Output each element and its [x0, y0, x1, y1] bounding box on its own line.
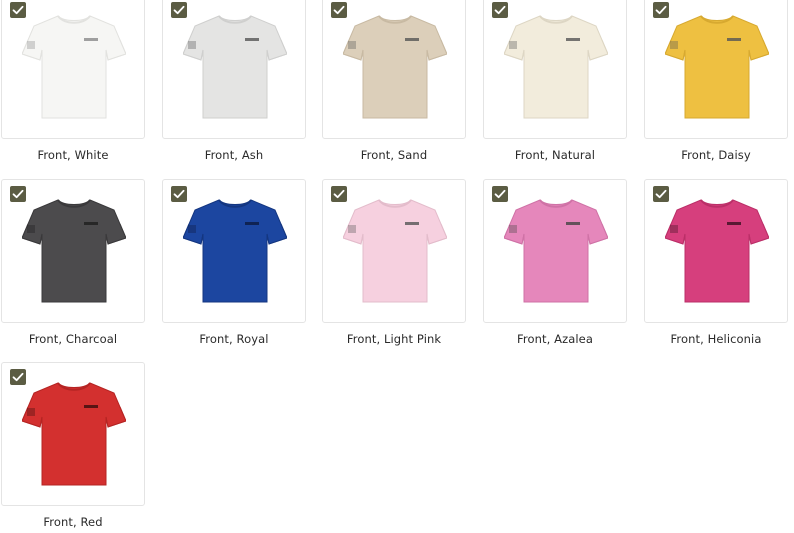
variant-thumbnail[interactable]	[162, 0, 306, 139]
t-shirt-image	[343, 15, 447, 119]
variant-checkbox[interactable]	[10, 369, 26, 385]
variant-checkbox[interactable]	[492, 186, 508, 202]
variant-label: Front, Light Pink	[346, 332, 442, 346]
t-shirt-image	[504, 15, 608, 119]
checkmark-icon	[12, 372, 24, 382]
product-variant-card[interactable]: Front, Sand	[322, 0, 466, 162]
variant-label: Front, Azalea	[517, 332, 593, 346]
checkmark-icon	[173, 5, 185, 15]
variant-thumbnail[interactable]	[1, 362, 145, 506]
variant-thumbnail[interactable]	[322, 0, 466, 139]
variant-checkbox[interactable]	[171, 186, 187, 202]
variant-checkbox[interactable]	[331, 186, 347, 202]
checkmark-icon	[655, 5, 667, 15]
variant-checkbox[interactable]	[331, 2, 347, 18]
variant-label: Front, Royal	[199, 332, 269, 346]
checkmark-icon	[333, 5, 345, 15]
checkmark-icon	[494, 189, 506, 199]
variant-thumbnail[interactable]	[483, 0, 627, 139]
variant-label: Front, Charcoal	[28, 332, 118, 346]
product-variant-card[interactable]: Front, Heliconia	[644, 179, 788, 346]
product-variant-card[interactable]: Front, Ash	[162, 0, 306, 162]
product-variant-card[interactable]: Front, Azalea	[483, 179, 627, 346]
variant-thumbnail[interactable]	[322, 179, 466, 323]
t-shirt-image	[22, 15, 126, 119]
variant-checkbox[interactable]	[653, 186, 669, 202]
variant-label: Front, Daisy	[681, 148, 751, 162]
t-shirt-image	[665, 15, 769, 119]
t-shirt-image	[183, 199, 287, 303]
variant-thumbnail[interactable]	[644, 0, 788, 139]
variant-label: Front, White	[37, 148, 109, 162]
t-shirt-image	[22, 382, 126, 486]
t-shirt-image	[504, 199, 608, 303]
product-variant-card[interactable]: Front, Natural	[483, 0, 627, 162]
variant-label: Front, Ash	[204, 148, 264, 162]
product-variant-card[interactable]: Front, White	[1, 0, 145, 162]
checkmark-icon	[655, 189, 667, 199]
checkmark-icon	[494, 5, 506, 15]
checkmark-icon	[333, 189, 345, 199]
variant-label: Front, Heliconia	[670, 332, 762, 346]
variant-checkbox[interactable]	[10, 186, 26, 202]
variant-thumbnail[interactable]	[1, 0, 145, 139]
product-variant-card[interactable]: Front, Daisy	[644, 0, 788, 162]
variant-thumbnail[interactable]	[1, 179, 145, 323]
variant-checkbox[interactable]	[492, 2, 508, 18]
checkmark-icon	[12, 189, 24, 199]
checkmark-icon	[173, 189, 185, 199]
variant-label: Front, Natural	[514, 148, 596, 162]
t-shirt-image	[343, 199, 447, 303]
variant-checkbox[interactable]	[10, 2, 26, 18]
variant-thumbnail[interactable]	[162, 179, 306, 323]
checkmark-icon	[12, 5, 24, 15]
variant-checkbox[interactable]	[653, 2, 669, 18]
t-shirt-image	[665, 199, 769, 303]
product-variant-card[interactable]: Front, Royal	[162, 179, 306, 346]
product-variant-grid: Front, White Front, Ash Front, Sand Front, …	[0, 0, 794, 533]
product-variant-card[interactable]: Front, Charcoal	[1, 179, 145, 346]
variant-thumbnail[interactable]	[644, 179, 788, 323]
product-variant-card[interactable]: Front, Light Pink	[322, 179, 466, 346]
variant-checkbox[interactable]	[171, 2, 187, 18]
t-shirt-image	[183, 15, 287, 119]
variant-thumbnail[interactable]	[483, 179, 627, 323]
t-shirt-image	[22, 199, 126, 303]
product-variant-card[interactable]: Front, Red	[1, 362, 145, 529]
variant-label: Front, Red	[43, 515, 103, 529]
variant-label: Front, Sand	[360, 148, 428, 162]
